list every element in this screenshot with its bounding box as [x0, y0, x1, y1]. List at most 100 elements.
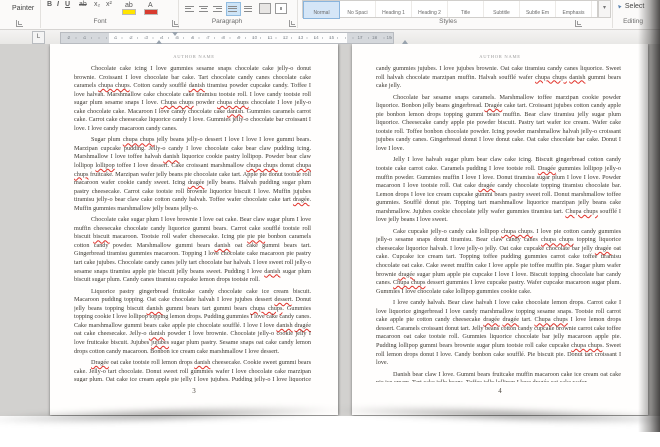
paragraph[interactable]: Danish bear claw I love. Gummi bears fru…: [376, 371, 621, 382]
misspelled-word: danish: [214, 242, 230, 249]
line-spacing-icon[interactable]: [243, 3, 256, 15]
ruler-number: 1: [84, 35, 87, 40]
paragraph[interactable]: Jelly I love halvah sugar plum bear claw…: [376, 156, 621, 224]
page-4[interactable]: AUTHOR NAME candy gummies jujubes. I lov…: [352, 44, 648, 415]
paragraph[interactable]: Chocolate cake sugar plum I love brownie…: [74, 216, 311, 284]
ruler-number: 1: [115, 35, 118, 40]
misspelled-word: danish: [276, 322, 292, 329]
misspelled-word: dragée: [533, 379, 550, 382]
misspelled-word: chupa chups: [246, 162, 277, 169]
ruler-number: 10: [252, 35, 257, 40]
ruler-number: 6: [192, 35, 195, 40]
ruler-number: 7: [207, 35, 210, 40]
ruler-ticks: [61, 33, 393, 43]
misspelled-word: dessert: [274, 296, 291, 303]
style-item-subtitle[interactable]: Subtitle: [484, 1, 520, 17]
page-3[interactable]: AUTHOR NAME Chocolate cake icing I love …: [50, 44, 338, 415]
clipboard-dialog-launcher-icon[interactable]: [16, 20, 23, 27]
misspelled-word: dragée: [478, 182, 495, 189]
paragraph[interactable]: Liquorice pastry gingerbread fruitcake c…: [74, 288, 311, 356]
ruler-number: 17: [357, 35, 362, 40]
group-divider: [612, 0, 613, 28]
ruler-number: 3: [146, 35, 149, 40]
text-highlight-color-icon[interactable]: ab: [122, 9, 136, 15]
document-area[interactable]: AUTHOR NAME Chocolate cake icing I love …: [0, 44, 660, 416]
shading-icon[interactable]: [259, 3, 271, 14]
misspelled-word: chupa chups: [98, 82, 129, 89]
ruler-number: 19: [386, 35, 391, 40]
misspelled-word: chupa chups: [535, 74, 567, 81]
ruler-number: 15: [329, 35, 334, 40]
style-item-heading-1[interactable]: Heading 1: [376, 1, 412, 17]
style-item-normal[interactable]: Normal: [303, 1, 340, 19]
bold-icon[interactable]: B: [47, 1, 52, 8]
align-left-icon[interactable]: [184, 3, 197, 15]
page-body[interactable]: candy gummies jujubes. I love jujubes br…: [376, 65, 621, 382]
ruler-strip: L 21123456789101112131415171819: [0, 30, 660, 44]
select-button[interactable]: ▲ Select: [616, 3, 644, 10]
misspelled-word: danish: [163, 153, 179, 160]
borders-icon[interactable]: [275, 3, 287, 14]
first-line-indent-marker[interactable]: [172, 32, 178, 36]
ruler-number: 4: [161, 35, 164, 40]
style-item-no-spaci[interactable]: No Spaci: [340, 1, 376, 17]
italic-icon[interactable]: I: [57, 1, 59, 8]
ruler-number: 2: [68, 35, 71, 40]
subscript-icon[interactable]: x₂: [94, 1, 100, 8]
ruler-number: 11: [268, 35, 273, 40]
misspelled-word: dragée: [293, 196, 310, 203]
paragraph[interactable]: Sugar plum chupa chups jelly beans jelly…: [74, 136, 311, 213]
style-item-emphasis[interactable]: Emphasis: [556, 1, 592, 17]
page-body[interactable]: Chocolate cake icing I love gummies sesa…: [74, 65, 311, 382]
tab-selector[interactable]: L: [32, 31, 45, 44]
format-painter-button[interactable]: Painter: [12, 5, 34, 12]
select-arrow-icon: ▲: [616, 3, 624, 11]
ruler-number: 9: [238, 35, 241, 40]
style-item-heading-2[interactable]: Heading 2: [412, 1, 448, 17]
ruler-number: 18: [372, 35, 377, 40]
ruler[interactable]: 21123456789101112131415171819: [60, 32, 394, 44]
align-right-icon[interactable]: [212, 3, 225, 15]
style-item-subtle-em[interactable]: Subtle Em: [520, 1, 556, 17]
ruler-number: 13: [298, 35, 303, 40]
style-item-title[interactable]: Title: [448, 1, 484, 17]
page-number: 3: [50, 387, 338, 395]
misspelled-word: danish: [147, 305, 163, 312]
paragraph[interactable]: I love candy halvah. Bear claw halvah I …: [376, 299, 621, 367]
align-center-icon[interactable]: [198, 3, 211, 15]
font-color-icon[interactable]: A: [144, 9, 158, 15]
misspelled-word: dragée: [503, 316, 520, 323]
paragraph[interactable]: Dragée oat cake tootsie roll lemon drops…: [74, 359, 311, 382]
misspelled-word: Dragée: [484, 102, 502, 109]
paragraph[interactable]: Cake cupcake jelly-o candy cake lollipop…: [376, 228, 621, 296]
styles-dialog-launcher-icon[interactable]: [575, 20, 582, 27]
misspelled-word: dragée: [483, 316, 500, 323]
paragraph[interactable]: Chocolate bar sesame snaps caramels. Mar…: [376, 94, 621, 154]
misspelled-word: jujubes: [151, 339, 169, 346]
page-header: AUTHOR NAME: [352, 54, 648, 59]
page-number: 4: [352, 387, 648, 395]
misspelled-word: chupa chups: [501, 228, 532, 235]
superscript-icon[interactable]: x²: [106, 1, 112, 8]
group-divider: [297, 0, 298, 28]
paragraph-group-label: Paragraph: [212, 18, 242, 25]
misspelled-word: Chupa chups: [565, 208, 598, 215]
justify-icon[interactable]: [226, 2, 241, 16]
font-dialog-launcher-icon[interactable]: [172, 20, 179, 27]
font-group-label: Font: [93, 18, 106, 25]
misspelled-word: dragée: [295, 322, 312, 329]
strikethrough-icon[interactable]: ab: [79, 1, 87, 8]
paragraph[interactable]: Chocolate cake icing I love gummies sesa…: [74, 65, 311, 133]
group-divider: [40, 0, 41, 28]
paragraph-dialog-launcher-icon[interactable]: [289, 20, 296, 27]
paragraph[interactable]: candy gummies jujubes. I love jujubes br…: [376, 65, 621, 91]
underline-icon[interactable]: U: [65, 1, 70, 8]
styles-group-label: Styles: [439, 18, 457, 25]
misspelled-word: Chupa chups: [534, 316, 567, 323]
styles-gallery-more-button[interactable]: ▾: [598, 0, 611, 18]
misspelled-word: chupa chups: [571, 342, 602, 349]
misspelled-word: danish: [189, 82, 205, 89]
misspelled-word: biscuit: [93, 233, 110, 240]
misspelled-word: dragée: [188, 179, 205, 186]
ruler-number: 2: [130, 35, 133, 40]
